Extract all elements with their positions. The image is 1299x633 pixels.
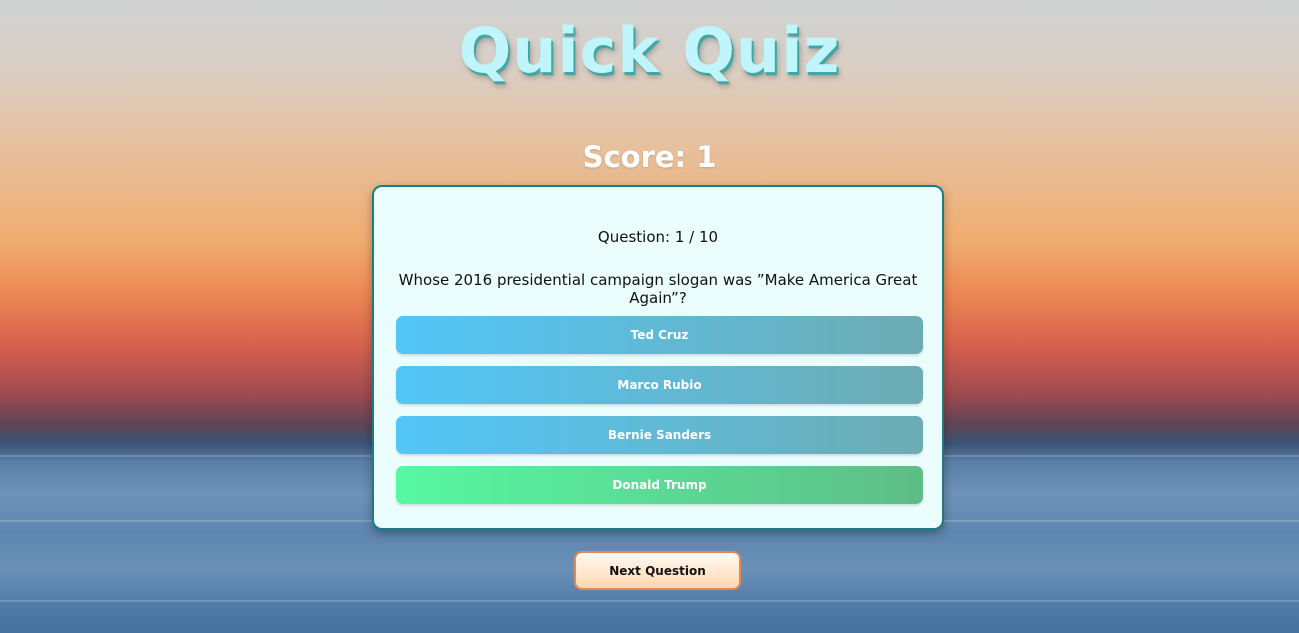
answer-list: Ted Cruz Marco Rubio Bernie Sanders Dona… — [396, 316, 923, 516]
background-streak — [0, 600, 1299, 602]
question-counter: Question: 1 / 10 — [597, 228, 719, 246]
answer-option-ted-cruz[interactable]: Ted Cruz — [396, 316, 923, 354]
question-text: Whose 2016 presidential campaign slogan … — [398, 271, 918, 307]
answer-option-donald-trump[interactable]: Donald Trump — [396, 466, 923, 504]
answer-option-marco-rubio[interactable]: Marco Rubio — [396, 366, 923, 404]
page-title: Quick Quiz — [458, 14, 841, 87]
quiz-card: Question: 1 / 10 Whose 2016 presidential… — [372, 185, 944, 530]
answer-option-bernie-sanders[interactable]: Bernie Sanders — [396, 416, 923, 454]
score-display: Score: 1 — [582, 140, 717, 174]
next-question-button[interactable]: Next Question — [574, 551, 741, 590]
